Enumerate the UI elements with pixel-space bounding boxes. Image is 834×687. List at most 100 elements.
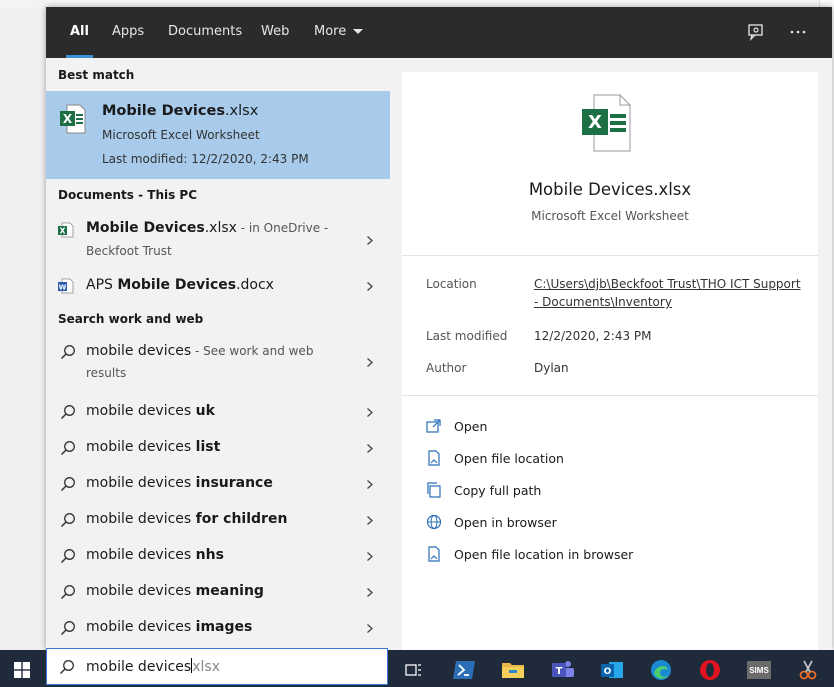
suggestion-text: mobile devices insurance (86, 475, 273, 491)
chevron-right-icon[interactable] (365, 358, 374, 367)
snipping-tool-icon[interactable] (792, 654, 824, 686)
copy-icon (427, 482, 441, 498)
task-view-icon[interactable] (398, 654, 430, 686)
doc-extension: .docx (236, 277, 274, 293)
chevron-right-icon[interactable] (365, 552, 374, 561)
chevron-right-icon[interactable] (365, 236, 374, 245)
doc-name-bold: Mobile Devices (86, 220, 205, 236)
tab-label: Web (261, 24, 290, 39)
windows-start-icon[interactable] (6, 654, 38, 686)
suggestion-query: mobile devices (86, 439, 196, 455)
search-web-heading: Search work and web (58, 312, 204, 326)
action-label: Open file location (454, 451, 564, 466)
svg-text:W: W (59, 284, 67, 292)
tab-apps[interactable]: Apps (112, 7, 144, 58)
web-suggestion[interactable]: mobile devices for children (46, 506, 390, 536)
feedback-icon[interactable] (745, 21, 767, 43)
action-label: Open in browser (454, 515, 557, 530)
location-line1: C:\Users\djb\Beckfoot Trust\THO ICT Supp… (534, 277, 801, 291)
best-match-modified: Last modified: 12/2/2020, 2:43 PM (102, 152, 309, 166)
open-icon (426, 419, 441, 433)
chevron-down-icon (353, 29, 364, 34)
suggestion-text: mobile devices for children (86, 511, 287, 527)
search-icon (59, 660, 74, 675)
web-suggestion[interactable]: mobile devices meaning (46, 578, 390, 608)
search-input[interactable]: mobile devicesxlsx (86, 658, 220, 675)
search-icon (60, 513, 75, 528)
search-icon (60, 441, 75, 456)
suggestion-text: mobile devices images (86, 619, 252, 635)
chevron-right-icon[interactable] (365, 588, 374, 597)
tab-more[interactable]: More (314, 7, 364, 58)
outlook-icon[interactable]: O (596, 654, 628, 686)
best-match-type: Microsoft Excel Worksheet (102, 128, 260, 142)
chevron-right-icon[interactable] (365, 480, 374, 489)
web-suggestion[interactable]: mobile devices - See work and web result… (46, 338, 390, 388)
suggestion-text: mobile devices - See work and web (86, 343, 313, 359)
sims-icon[interactable]: SIMS (743, 654, 775, 686)
modified-value: 12/2/2020, 2:43 PM (534, 329, 652, 343)
document-result-docx[interactable]: W APS Mobile Devices.docx (46, 272, 390, 302)
chevron-right-icon[interactable] (365, 444, 374, 453)
search-icon (60, 345, 75, 360)
powershell-icon[interactable] (448, 654, 480, 686)
suggestion-completion: insurance (195, 475, 273, 491)
best-match-title: Mobile Devices.xlsx (102, 103, 258, 119)
chevron-right-icon[interactable] (365, 282, 374, 291)
doc-location: - in OneDrive - (236, 221, 329, 235)
teams-icon[interactable]: T (547, 654, 579, 686)
suggestion-note-line2: results (86, 366, 127, 380)
action-label: Open (454, 419, 488, 434)
results-list: Best match X Mobile Devices.xlsx Microso… (46, 58, 390, 650)
chevron-right-icon[interactable] (365, 408, 374, 417)
sims-label: SIMS (747, 661, 771, 679)
suggestion-query: mobile devices (86, 403, 196, 419)
suggestion-query: mobile devices (86, 619, 196, 635)
modified-label: Last modified (426, 329, 508, 343)
action-label: Open file location in browser (454, 547, 634, 562)
suggestion-completion: meaning (195, 583, 264, 599)
best-match-item[interactable]: X Mobile Devices.xlsx Microsoft Excel Wo… (46, 91, 390, 179)
suggestion-text: mobile devices meaning (86, 583, 264, 599)
suggestion-text: mobile devices nhs (86, 547, 224, 563)
divider (402, 395, 818, 396)
suggestion-completion: nhs (195, 547, 224, 563)
web-suggestion[interactable]: mobile devices nhs (46, 542, 390, 572)
excel-file-icon-large: X (582, 94, 632, 152)
svg-text:X: X (60, 227, 66, 236)
chevron-right-icon[interactable] (365, 516, 374, 525)
chevron-right-icon[interactable] (365, 624, 374, 633)
web-suggestion[interactable]: mobile devices uk (46, 398, 390, 428)
suggestion-text: mobile devices uk (86, 403, 215, 419)
globe-icon (426, 514, 442, 530)
documents-heading: Documents - This PC (58, 188, 198, 202)
document-result-xlsx[interactable]: X Mobile Devices.xlsx - in OneDrive - Be… (46, 214, 390, 268)
web-suggestion[interactable]: mobile devices images (46, 614, 390, 644)
taskbar-search-box[interactable]: mobile devicesxlsx (46, 648, 388, 685)
file-location-icon (428, 450, 440, 466)
web-suggestion[interactable]: mobile devices list (46, 434, 390, 464)
excel-file-icon: X (60, 104, 86, 134)
suggestion-query: mobile devices (86, 511, 196, 527)
edge-icon[interactable] (645, 654, 677, 686)
suggestion-text: mobile devices list (86, 439, 220, 455)
search-typed-text: mobile devices (86, 659, 192, 675)
tab-documents[interactable]: Documents (168, 7, 242, 58)
location-link[interactable]: C:\Users\djb\Beckfoot Trust\THO ICT Supp… (534, 277, 801, 309)
search-icon (60, 405, 75, 420)
suggestion-completion: for children (195, 511, 288, 527)
file-explorer-icon[interactable] (497, 654, 529, 686)
tab-label: Apps (112, 24, 145, 39)
doc-location-line2: Beckfoot Trust (86, 244, 172, 258)
best-match-heading: Best match (58, 68, 135, 82)
suggestion-query: mobile devices (86, 343, 192, 359)
svg-text:O: O (604, 667, 612, 677)
doc-name-bold: Mobile Devices (117, 277, 237, 293)
web-suggestion[interactable]: mobile devices insurance (46, 470, 390, 500)
author-label: Author (426, 361, 467, 375)
tab-web[interactable]: Web (261, 7, 289, 58)
opera-icon[interactable] (694, 654, 726, 686)
more-options-icon[interactable] (787, 21, 809, 43)
tab-all[interactable]: All (66, 7, 93, 58)
document-name: Mobile Devices.xlsx - in OneDrive - (86, 220, 328, 236)
